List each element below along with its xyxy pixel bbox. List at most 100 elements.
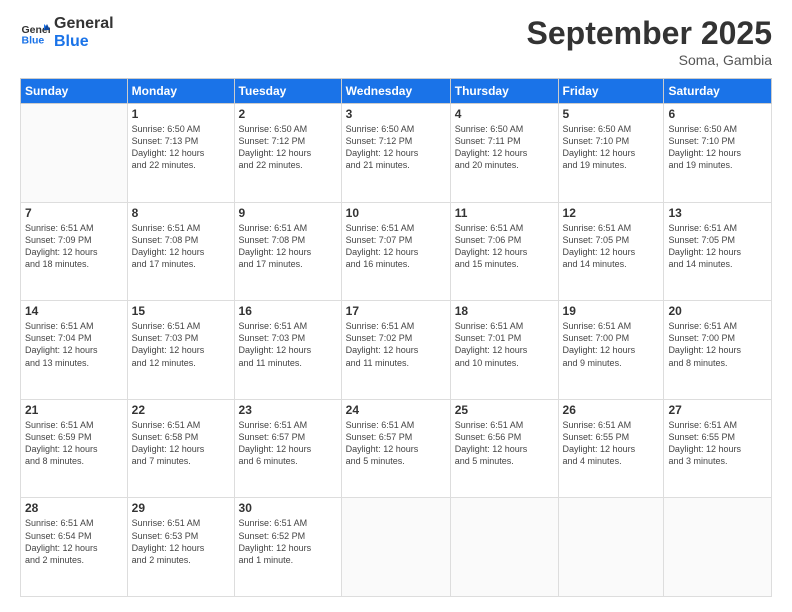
calendar-cell: 28 Sunrise: 6:51 AMSunset: 6:54 PMDayligh…	[21, 498, 128, 597]
day-number: 15	[132, 304, 230, 318]
title-block: September 2025 Soma, Gambia	[527, 15, 772, 68]
calendar-cell	[450, 498, 558, 597]
day-info: Sunrise: 6:51 AMSunset: 7:08 PMDaylight:…	[239, 222, 337, 271]
day-info: Sunrise: 6:50 AMSunset: 7:10 PMDaylight:…	[563, 123, 660, 172]
calendar-cell: 7 Sunrise: 6:51 AMSunset: 7:09 PMDaylight…	[21, 202, 128, 301]
calendar-cell: 27Sunrise: 6:51 AMSunset: 6:55 PMDayligh…	[664, 399, 772, 498]
day-number: 25	[455, 403, 554, 417]
day-number: 28	[25, 501, 123, 515]
day-info: Sunrise: 6:51 AMSunset: 6:56 PMDaylight:…	[455, 419, 554, 468]
day-number: 19	[563, 304, 660, 318]
page-header: General Blue General Blue September 2025…	[20, 15, 772, 68]
calendar-cell: 6 Sunrise: 6:50 AMSunset: 7:10 PMDaylight…	[664, 104, 772, 203]
day-header-thursday: Thursday	[450, 79, 558, 104]
calendar-cell: 1 Sunrise: 6:50 AMSunset: 7:13 PMDaylight…	[127, 104, 234, 203]
day-info: Sunrise: 6:51 AMSunset: 7:05 PMDaylight:…	[668, 222, 767, 271]
day-header-wednesday: Wednesday	[341, 79, 450, 104]
calendar-cell	[341, 498, 450, 597]
calendar-table: SundayMondayTuesdayWednesdayThursdayFrid…	[20, 78, 772, 597]
day-info: Sunrise: 6:51 AMSunset: 6:55 PMDaylight:…	[668, 419, 767, 468]
calendar-cell: 4 Sunrise: 6:50 AMSunset: 7:11 PMDaylight…	[450, 104, 558, 203]
calendar-cell: 13 Sunrise: 6:51 AMSunset: 7:05 PMDayligh…	[664, 202, 772, 301]
day-info: Sunrise: 6:51 AMSunset: 7:09 PMDaylight:…	[25, 222, 123, 271]
day-number: 13	[668, 206, 767, 220]
day-header-saturday: Saturday	[664, 79, 772, 104]
calendar-cell: 19Sunrise: 6:51 AMSunset: 7:00 PMDayligh…	[558, 301, 664, 400]
day-info: Sunrise: 6:50 AMSunset: 7:13 PMDaylight:…	[132, 123, 230, 172]
calendar-cell	[21, 104, 128, 203]
day-header-tuesday: Tuesday	[234, 79, 341, 104]
location-subtitle: Soma, Gambia	[527, 52, 772, 68]
calendar-cell: 22Sunrise: 6:51 AMSunset: 6:58 PMDayligh…	[127, 399, 234, 498]
day-info: Sunrise: 6:51 AMSunset: 7:05 PMDaylight:…	[563, 222, 660, 271]
logo-line2: Blue	[54, 33, 114, 51]
day-info: Sunrise: 6:51 AMSunset: 7:03 PMDaylight:…	[239, 320, 337, 369]
day-info: Sunrise: 6:51 AMSunset: 7:08 PMDaylight:…	[132, 222, 230, 271]
calendar-cell: 8 Sunrise: 6:51 AMSunset: 7:08 PMDaylight…	[127, 202, 234, 301]
day-header-friday: Friday	[558, 79, 664, 104]
calendar-header-row: SundayMondayTuesdayWednesdayThursdayFrid…	[21, 79, 772, 104]
day-info: Sunrise: 6:51 AMSunset: 7:04 PMDaylight:…	[25, 320, 123, 369]
day-info: Sunrise: 6:51 AMSunset: 6:54 PMDaylight:…	[25, 517, 123, 566]
day-number: 29	[132, 501, 230, 515]
day-number: 14	[25, 304, 123, 318]
day-number: 22	[132, 403, 230, 417]
day-number: 21	[25, 403, 123, 417]
day-info: Sunrise: 6:51 AMSunset: 6:55 PMDaylight:…	[563, 419, 660, 468]
calendar-cell: 30Sunrise: 6:51 AMSunset: 6:52 PMDayligh…	[234, 498, 341, 597]
day-info: Sunrise: 6:51 AMSunset: 7:06 PMDaylight:…	[455, 222, 554, 271]
day-info: Sunrise: 6:51 AMSunset: 6:59 PMDaylight:…	[25, 419, 123, 468]
day-info: Sunrise: 6:51 AMSunset: 6:57 PMDaylight:…	[346, 419, 446, 468]
calendar-cell: 14 Sunrise: 6:51 AMSunset: 7:04 PMDayligh…	[21, 301, 128, 400]
logo-icon: General Blue	[20, 18, 50, 48]
day-number: 20	[668, 304, 767, 318]
calendar-cell: 20 Sunrise: 6:51 AMSunset: 7:00 PMDayligh…	[664, 301, 772, 400]
day-info: Sunrise: 6:50 AMSunset: 7:12 PMDaylight:…	[346, 123, 446, 172]
calendar-cell: 11Sunrise: 6:51 AMSunset: 7:06 PMDayligh…	[450, 202, 558, 301]
day-number: 4	[455, 107, 554, 121]
day-info: Sunrise: 6:50 AMSunset: 7:12 PMDaylight:…	[239, 123, 337, 172]
day-number: 18	[455, 304, 554, 318]
calendar-cell: 15 Sunrise: 6:51 AMSunset: 7:03 PMDayligh…	[127, 301, 234, 400]
calendar-cell: 3 Sunrise: 6:50 AMSunset: 7:12 PMDaylight…	[341, 104, 450, 203]
day-number: 24	[346, 403, 446, 417]
day-number: 6	[668, 107, 767, 121]
day-info: Sunrise: 6:50 AMSunset: 7:11 PMDaylight:…	[455, 123, 554, 172]
calendar-cell: 23Sunrise: 6:51 AMSunset: 6:57 PMDayligh…	[234, 399, 341, 498]
day-info: Sunrise: 6:51 AMSunset: 7:07 PMDaylight:…	[346, 222, 446, 271]
day-number: 2	[239, 107, 337, 121]
month-title: September 2025	[527, 15, 772, 52]
day-info: Sunrise: 6:51 AMSunset: 7:01 PMDaylight:…	[455, 320, 554, 369]
day-info: Sunrise: 6:51 AMSunset: 7:02 PMDaylight:…	[346, 320, 446, 369]
day-info: Sunrise: 6:51 AMSunset: 6:52 PMDaylight:…	[239, 517, 337, 566]
day-info: Sunrise: 6:51 AMSunset: 7:03 PMDaylight:…	[132, 320, 230, 369]
day-info: Sunrise: 6:50 AMSunset: 7:10 PMDaylight:…	[668, 123, 767, 172]
day-number: 1	[132, 107, 230, 121]
svg-text:Blue: Blue	[22, 34, 45, 46]
day-number: 26	[563, 403, 660, 417]
calendar-cell: 5 Sunrise: 6:50 AMSunset: 7:10 PMDaylight…	[558, 104, 664, 203]
day-number: 10	[346, 206, 446, 220]
day-number: 9	[239, 206, 337, 220]
day-header-sunday: Sunday	[21, 79, 128, 104]
day-number: 17	[346, 304, 446, 318]
day-number: 23	[239, 403, 337, 417]
calendar-cell: 18 Sunrise: 6:51 AMSunset: 7:01 PMDayligh…	[450, 301, 558, 400]
calendar-cell: 24 Sunrise: 6:51 AMSunset: 6:57 PMDayligh…	[341, 399, 450, 498]
calendar-cell: 16Sunrise: 6:51 AMSunset: 7:03 PMDayligh…	[234, 301, 341, 400]
calendar-cell: 17 Sunrise: 6:51 AMSunset: 7:02 PMDayligh…	[341, 301, 450, 400]
calendar-cell: 25 Sunrise: 6:51 AMSunset: 6:56 PMDayligh…	[450, 399, 558, 498]
calendar-cell: 10 Sunrise: 6:51 AMSunset: 7:07 PMDayligh…	[341, 202, 450, 301]
calendar-cell: 21 Sunrise: 6:51 AMSunset: 6:59 PMDayligh…	[21, 399, 128, 498]
calendar-cell	[558, 498, 664, 597]
day-number: 3	[346, 107, 446, 121]
calendar-cell: 12 Sunrise: 6:51 AMSunset: 7:05 PMDayligh…	[558, 202, 664, 301]
day-number: 12	[563, 206, 660, 220]
day-number: 8	[132, 206, 230, 220]
calendar-cell: 26 Sunrise: 6:51 AMSunset: 6:55 PMDayligh…	[558, 399, 664, 498]
calendar-cell: 29Sunrise: 6:51 AMSunset: 6:53 PMDayligh…	[127, 498, 234, 597]
day-info: Sunrise: 6:51 AMSunset: 7:00 PMDaylight:…	[668, 320, 767, 369]
calendar-cell: 2 Sunrise: 6:50 AMSunset: 7:12 PMDaylight…	[234, 104, 341, 203]
day-number: 5	[563, 107, 660, 121]
day-number: 7	[25, 206, 123, 220]
